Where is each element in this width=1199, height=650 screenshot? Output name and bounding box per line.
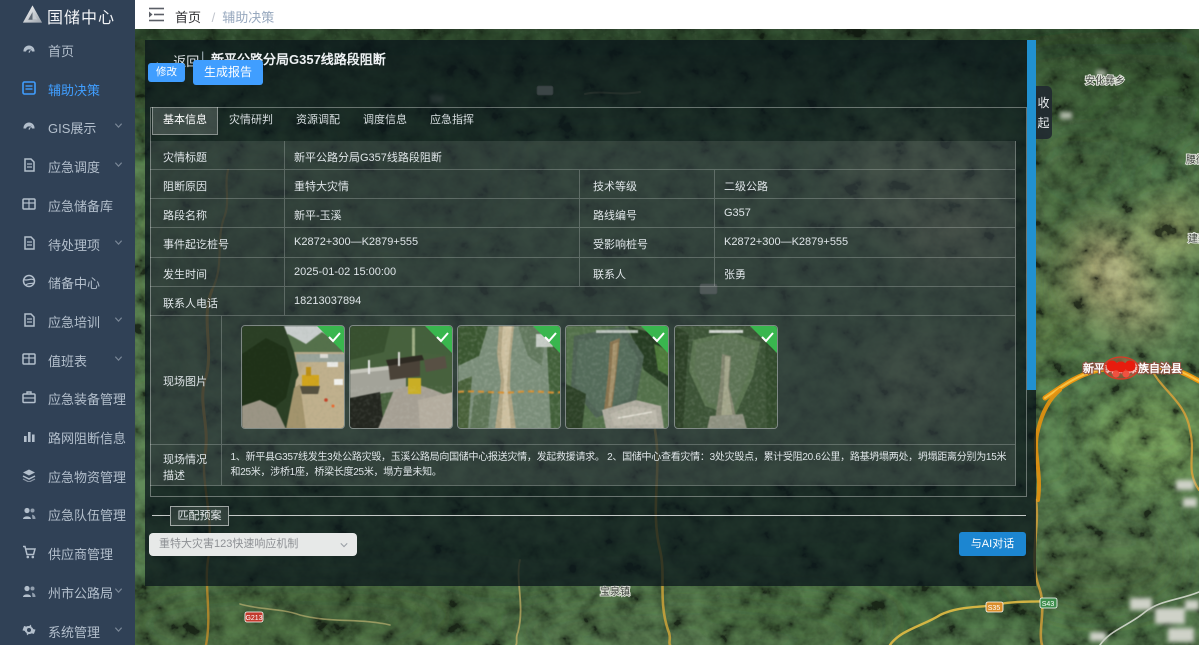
svg-text:腰街: 腰街 xyxy=(1186,153,1199,166)
svg-text:建兴: 建兴 xyxy=(1188,232,1199,245)
svg-text:S35: S35 xyxy=(988,605,1001,612)
svg-text:S43: S43 xyxy=(1042,601,1055,608)
svg-text:宝泉镇: 宝泉镇 xyxy=(600,585,630,598)
svg-text:G213: G213 xyxy=(245,615,262,622)
svg-text:安化彝乡: 安化彝乡 xyxy=(1085,74,1125,87)
